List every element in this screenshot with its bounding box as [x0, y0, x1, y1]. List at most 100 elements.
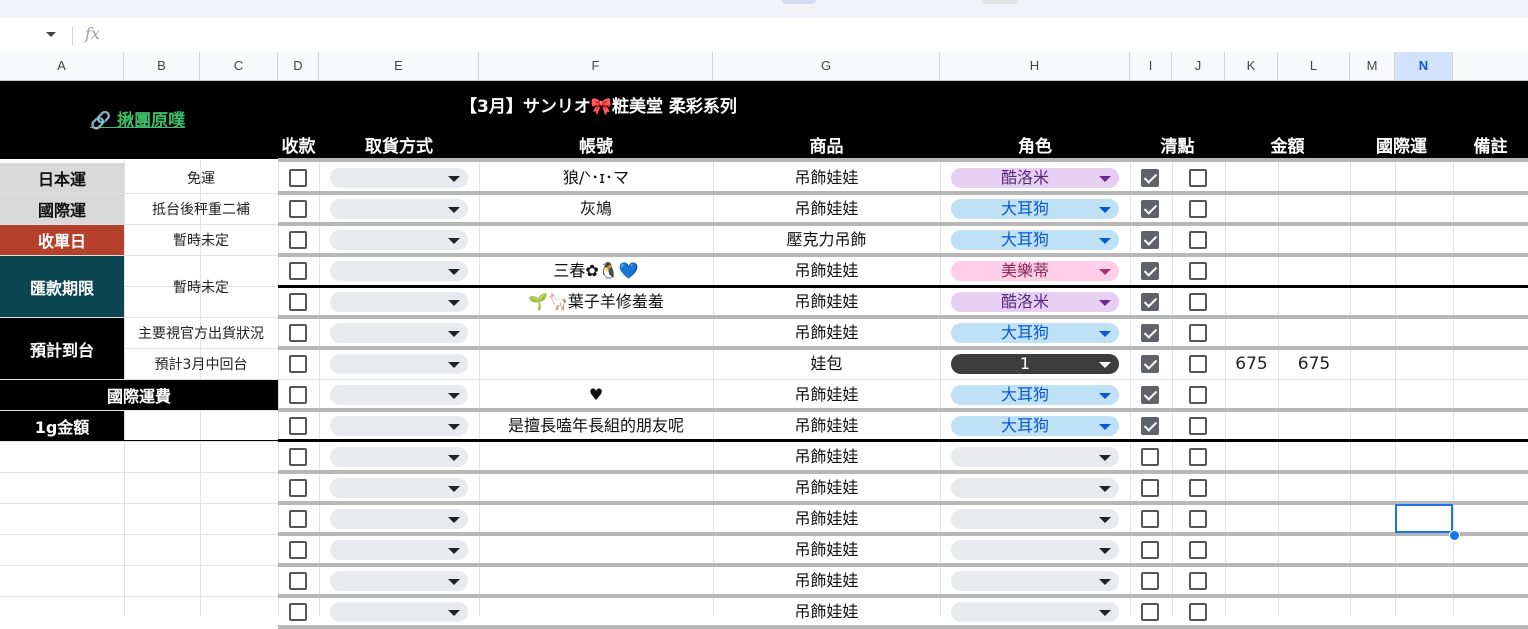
column-header-f[interactable]: F [479, 52, 713, 80]
column-header-h[interactable]: H [940, 52, 1130, 80]
checklist-checkbox-j[interactable] [1189, 355, 1207, 373]
checklist-checkbox-i[interactable] [1141, 510, 1159, 528]
checklist-checkbox-i[interactable] [1141, 572, 1159, 590]
payment-checkbox[interactable] [289, 541, 307, 559]
checklist-checkbox-i[interactable] [1141, 603, 1159, 621]
payment-checkbox[interactable] [289, 231, 307, 249]
pickup-dropdown[interactable] [330, 230, 468, 250]
pickup-dropdown[interactable] [330, 292, 468, 312]
pickup-dropdown[interactable] [330, 478, 468, 498]
pickup-dropdown[interactable] [330, 540, 468, 560]
checklist-checkbox-j[interactable] [1189, 603, 1207, 621]
pickup-dropdown[interactable] [330, 261, 468, 281]
fill-handle[interactable] [1449, 530, 1460, 541]
pickup-dropdown[interactable] [330, 199, 468, 219]
selected-cell[interactable] [1395, 504, 1453, 533]
column-header-g[interactable]: G [713, 52, 940, 80]
checklist-checkbox-i[interactable] [1141, 417, 1159, 435]
account-cell: ♥ [588, 385, 604, 404]
payment-checkbox[interactable] [289, 386, 307, 404]
payment-checkbox[interactable] [289, 355, 307, 373]
character-dropdown[interactable] [951, 478, 1119, 498]
grid-vline [1225, 160, 1226, 616]
payment-checkbox[interactable] [289, 572, 307, 590]
column-header-l[interactable]: L [1278, 52, 1350, 80]
checklist-checkbox-j[interactable] [1189, 479, 1207, 497]
row-separator [278, 222, 1528, 226]
checklist-checkbox-i[interactable] [1141, 541, 1159, 559]
name-box-dropdown-icon[interactable] [46, 32, 56, 37]
checklist-checkbox-j[interactable] [1189, 169, 1207, 187]
checklist-checkbox-j[interactable] [1189, 200, 1207, 218]
payment-checkbox[interactable] [289, 603, 307, 621]
column-header-i[interactable]: I [1130, 52, 1172, 80]
column-header-n[interactable]: N [1395, 52, 1453, 80]
checklist-checkbox-i[interactable] [1141, 293, 1159, 311]
pickup-dropdown[interactable] [330, 571, 468, 591]
column-header-m[interactable]: M [1350, 52, 1395, 80]
character-dropdown[interactable]: 大耳狗 [951, 416, 1119, 436]
account-cell: 灰鳩 [579, 199, 612, 218]
character-dropdown[interactable]: 大耳狗 [951, 199, 1119, 219]
character-dropdown[interactable]: 大耳狗 [951, 323, 1119, 343]
checklist-checkbox-j[interactable] [1189, 324, 1207, 342]
chevron-down-icon [1099, 424, 1111, 430]
payment-checkbox[interactable] [289, 200, 307, 218]
checklist-checkbox-i[interactable] [1141, 386, 1159, 404]
column-header-j[interactable]: J [1172, 52, 1225, 80]
column-header-a[interactable]: A [0, 52, 124, 80]
column-header-d[interactable]: D [278, 52, 319, 80]
checklist-checkbox-i[interactable] [1141, 448, 1159, 466]
checklist-checkbox-i[interactable] [1141, 169, 1159, 187]
character-dropdown[interactable]: 大耳狗 [951, 230, 1119, 250]
character-dropdown[interactable]: 大耳狗 [951, 385, 1119, 405]
group-buy-link[interactable]: 🔗 揪團原噗 [90, 106, 185, 131]
checklist-checkbox-j[interactable] [1189, 262, 1207, 280]
payment-checkbox[interactable] [289, 510, 307, 528]
header-character: 角色 [1018, 137, 1052, 157]
payment-checkbox[interactable] [289, 324, 307, 342]
checklist-checkbox-j[interactable] [1189, 293, 1207, 311]
pickup-dropdown[interactable] [330, 354, 468, 374]
pickup-dropdown[interactable] [330, 385, 468, 405]
checklist-checkbox-i[interactable] [1141, 231, 1159, 249]
column-header-c[interactable]: C [200, 52, 278, 80]
pickup-dropdown[interactable] [330, 323, 468, 343]
character-dropdown[interactable] [951, 447, 1119, 467]
payment-checkbox[interactable] [289, 417, 307, 435]
checklist-checkbox-i[interactable] [1141, 262, 1159, 280]
character-dropdown[interactable]: 美樂蒂 [951, 261, 1119, 281]
character-dropdown[interactable] [951, 540, 1119, 560]
payment-checkbox[interactable] [289, 262, 307, 280]
character-dropdown[interactable]: 酷洛米 [951, 168, 1119, 188]
checklist-checkbox-j[interactable] [1189, 386, 1207, 404]
checklist-checkbox-i[interactable] [1141, 479, 1159, 497]
checklist-checkbox-j[interactable] [1189, 572, 1207, 590]
checklist-checkbox-j[interactable] [1189, 448, 1207, 466]
payment-checkbox[interactable] [289, 479, 307, 497]
checklist-checkbox-i[interactable] [1141, 324, 1159, 342]
character-dropdown[interactable] [951, 571, 1119, 591]
character-dropdown[interactable] [951, 509, 1119, 529]
payment-checkbox[interactable] [289, 448, 307, 466]
column-header-k[interactable]: K [1225, 52, 1278, 80]
checklist-checkbox-j[interactable] [1189, 510, 1207, 528]
column-header-b[interactable]: B [124, 52, 200, 80]
pickup-dropdown[interactable] [330, 447, 468, 467]
character-dropdown[interactable]: 1 [951, 354, 1119, 374]
checklist-checkbox-i[interactable] [1141, 200, 1159, 218]
pickup-dropdown[interactable] [330, 509, 468, 529]
character-dropdown[interactable]: 酷洛米 [951, 292, 1119, 312]
checklist-checkbox-j[interactable] [1189, 541, 1207, 559]
checklist-checkbox-j[interactable] [1189, 417, 1207, 435]
checklist-checkbox-j[interactable] [1189, 231, 1207, 249]
payment-checkbox[interactable] [289, 293, 307, 311]
pickup-dropdown[interactable] [330, 416, 468, 436]
sheet-title: 【3月】サンリオ🎀粧美堂 柔彩系列 [460, 97, 737, 117]
payment-checkbox[interactable] [289, 169, 307, 187]
column-header-e[interactable]: E [319, 52, 479, 80]
checklist-checkbox-i[interactable] [1141, 355, 1159, 373]
character-dropdown[interactable] [951, 602, 1119, 622]
pickup-dropdown[interactable] [330, 602, 468, 622]
pickup-dropdown[interactable] [330, 168, 468, 188]
